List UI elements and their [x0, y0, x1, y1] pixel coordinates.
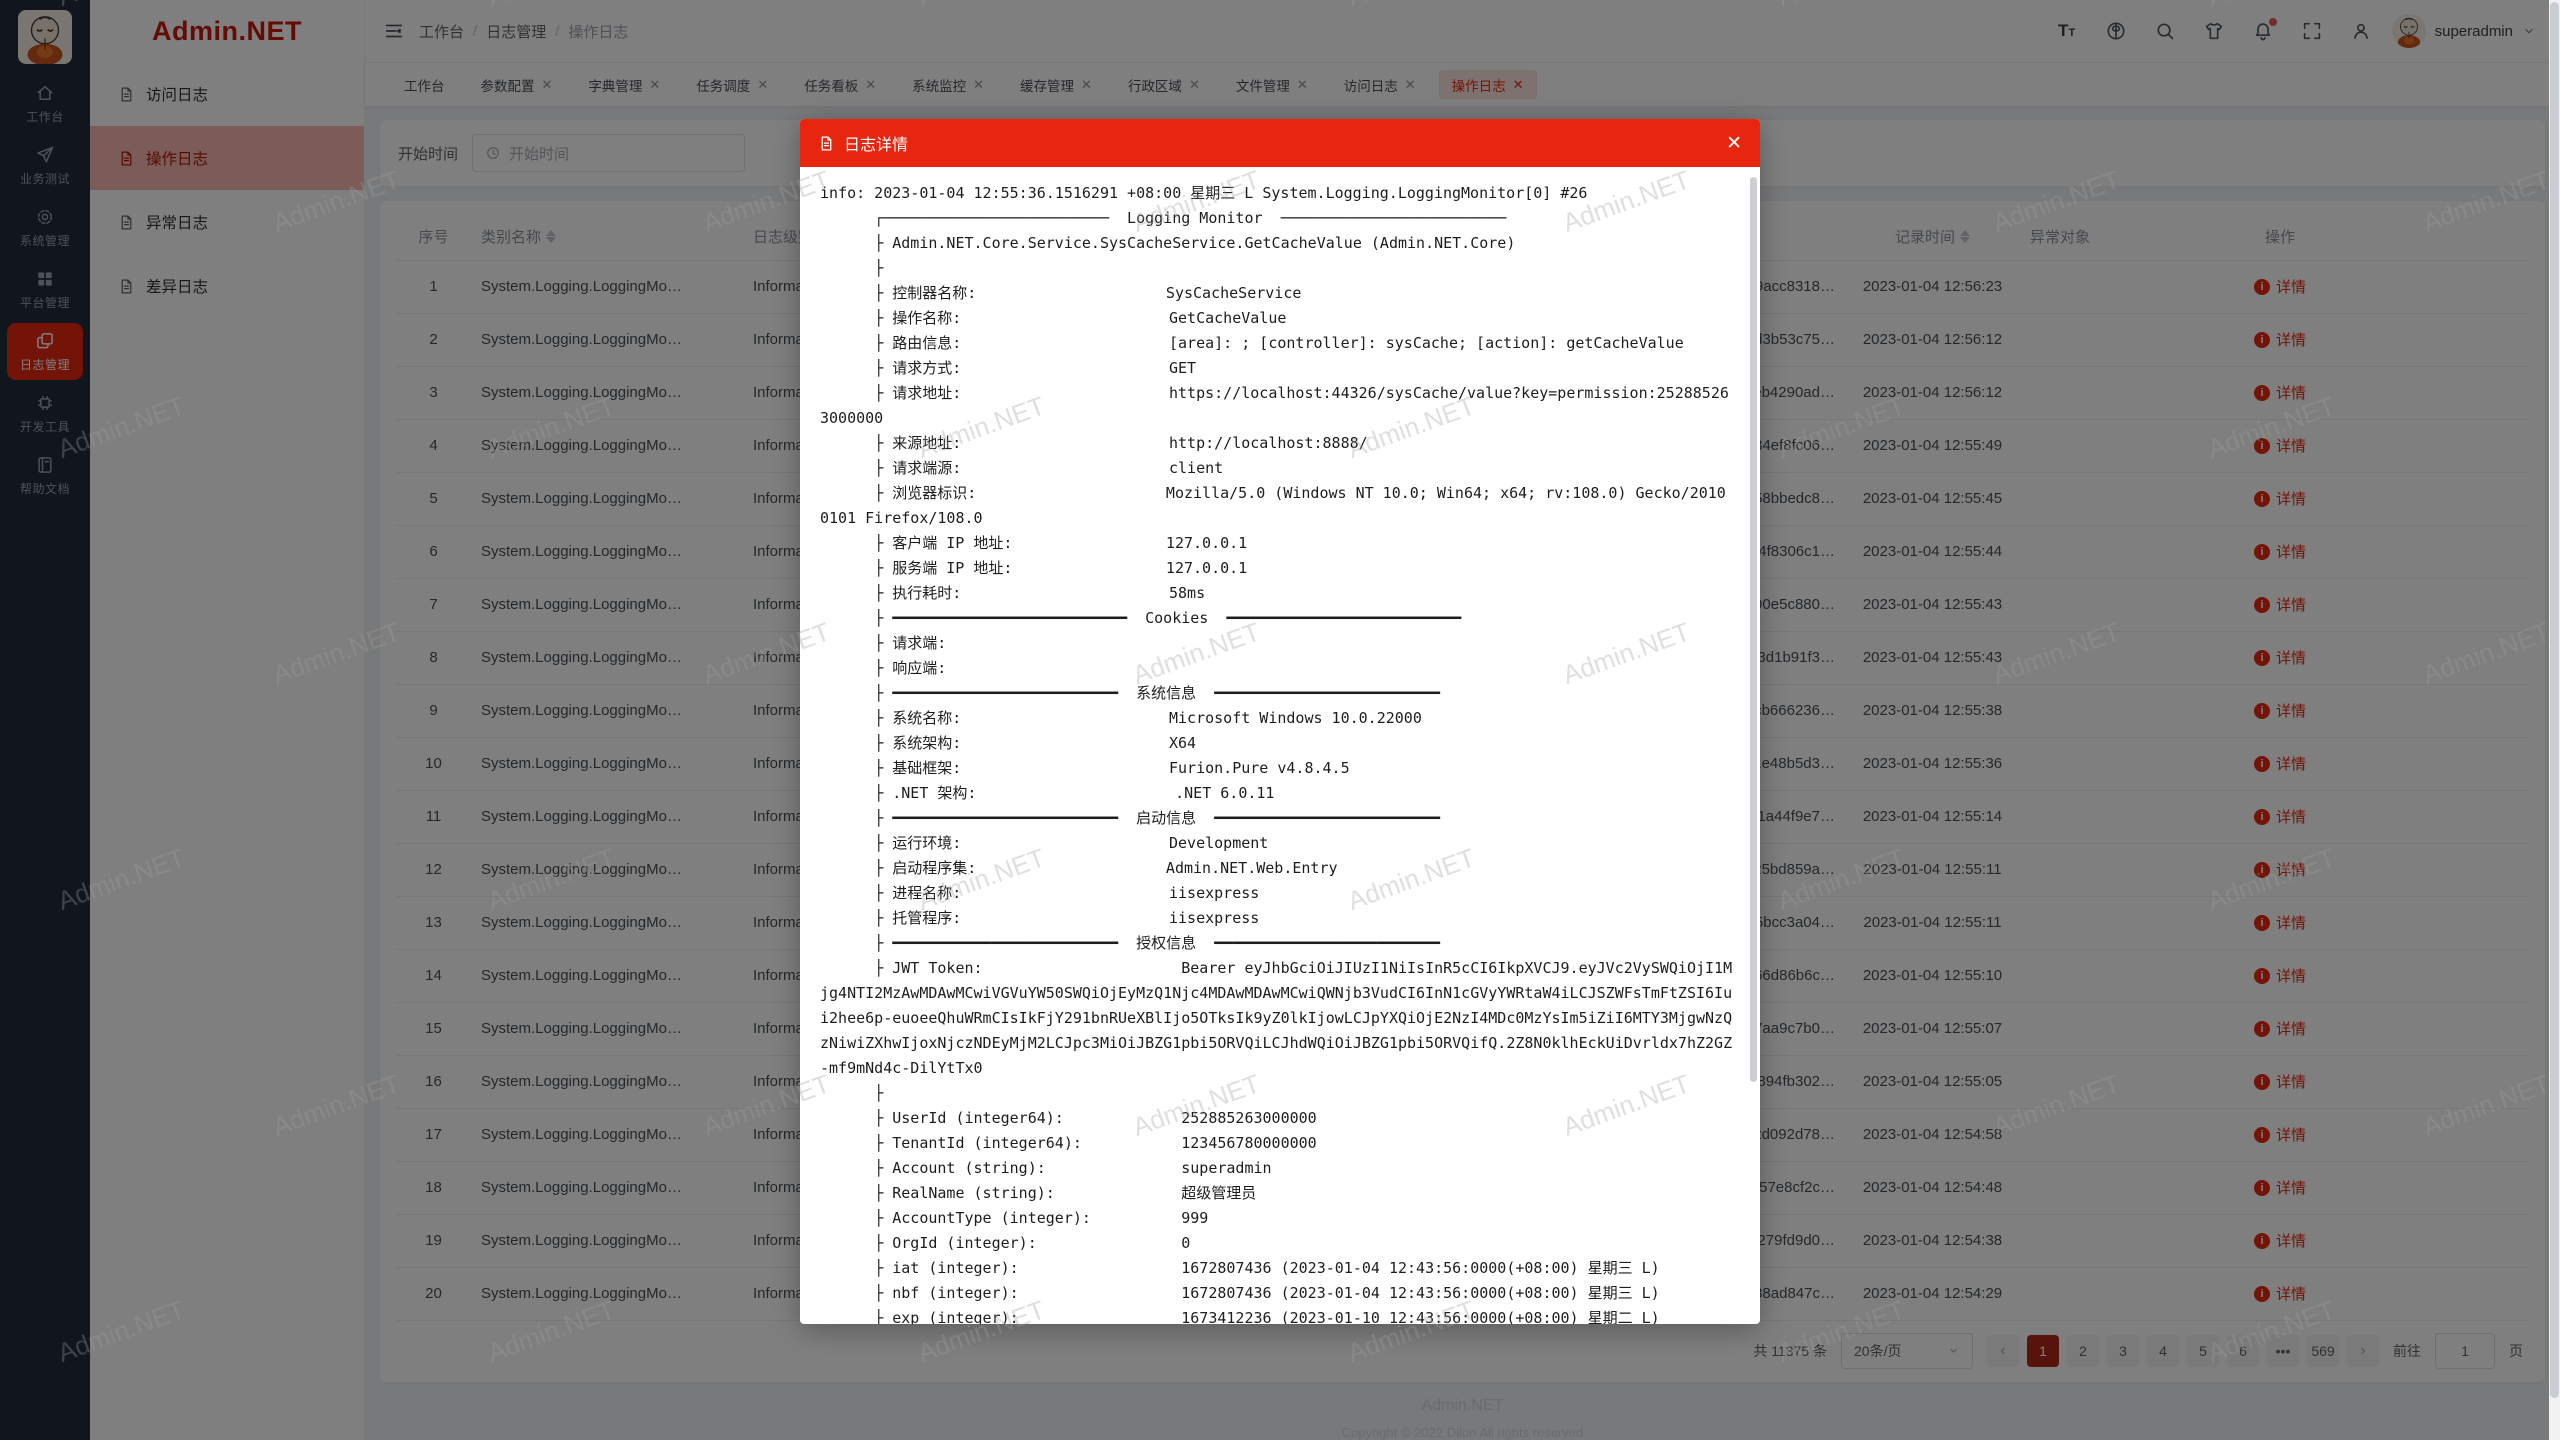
log-text: info: 2023-01-04 12:55:36.1516291 +08:00…	[820, 181, 1734, 1324]
document-icon	[818, 135, 835, 152]
page-scrollbar[interactable]	[2549, 0, 2560, 1440]
log-detail-dialog: 日志详情 ✕ info: 2023-01-04 12:55:36.1516291…	[800, 119, 1760, 1324]
dialog-title: 日志详情	[844, 131, 908, 155]
scrollbar-thumb[interactable]	[1750, 177, 1757, 1082]
dialog-header: 日志详情 ✕	[800, 119, 1760, 167]
dialog-scrollbar[interactable]	[1750, 177, 1757, 1324]
close-icon[interactable]: ✕	[1726, 134, 1742, 153]
page-scrollbar-thumb[interactable]	[2550, 2, 2559, 1398]
dialog-body: info: 2023-01-04 12:55:36.1516291 +08:00…	[800, 167, 1760, 1324]
